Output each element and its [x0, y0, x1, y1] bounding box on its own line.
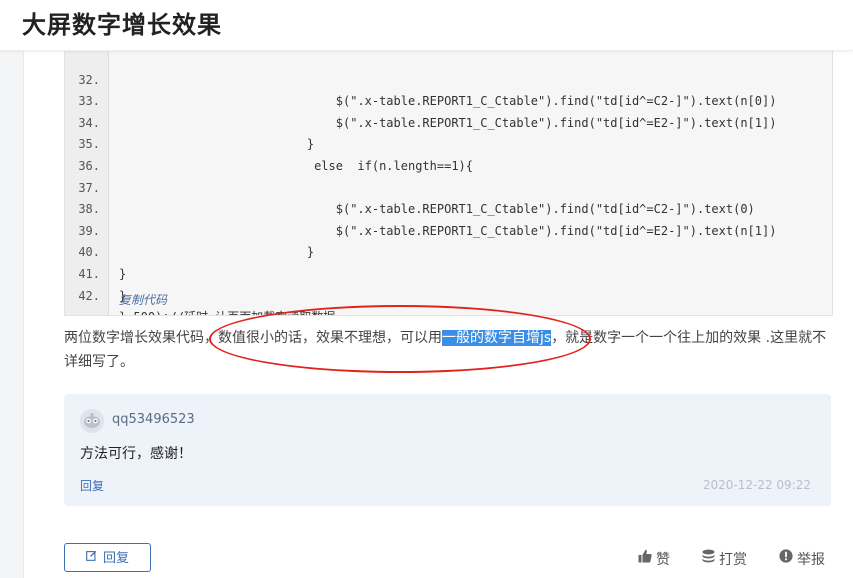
selected-text[interactable]: 一般的数字自增js — [442, 330, 552, 346]
report-label: 举报 — [797, 552, 825, 568]
coins-icon — [702, 549, 715, 569]
comment-timestamp: 2020-12-22 09:22 — [702, 478, 811, 492]
code-line: 34. } — [65, 91, 832, 152]
comment-card: qq53496523 方法可行，感谢！ 回复 2020-12-22 09:22 — [64, 394, 831, 506]
like-label: 赞 — [656, 552, 670, 568]
code-line: 38. $(".x-table.REPORT1_C_Ctable").find(… — [65, 178, 832, 238]
thumbs-up-icon — [638, 549, 652, 569]
line-code: },500);//延时,让页面加载完读取数据 — [119, 307, 335, 315]
code-line: 36. — [65, 134, 832, 173]
reward-action[interactable]: 打赏 — [702, 549, 747, 570]
report-action[interactable]: 举报 — [779, 548, 825, 570]
code-block: 32. $(".x-table.REPORT1_C_Ctable").find(… — [64, 47, 833, 316]
code-line: 39. } — [65, 199, 832, 260]
code-line: 41. } — [65, 242, 832, 303]
page-header: 大屏数字增长效果 — [0, 0, 853, 51]
comment-username[interactable]: qq53496523 — [112, 412, 195, 427]
avatar[interactable] — [80, 409, 104, 433]
alert-icon — [779, 548, 793, 569]
code-line: 42. },500);//延时,让页面加载完读取数据 — [65, 264, 832, 315]
left-rail — [0, 0, 24, 578]
reward-label: 打赏 — [719, 552, 747, 568]
code-line: 35. else if(n.length==1){ — [65, 113, 832, 173]
code-line: 40. } — [65, 221, 832, 281]
reply-button[interactable]: 回复 — [64, 543, 151, 572]
reply-button-label: 回复 — [102, 551, 129, 566]
article-paragraph: 两位数字增长效果代码，数值很小的话，效果不理想，可以用一般的数字自增js，就是数… — [64, 326, 834, 374]
copy-code-link[interactable]: 复制代码 — [119, 291, 167, 308]
code-line: 33. $(".x-table.REPORT1_C_Ctable").find(… — [65, 70, 832, 130]
code-line: 37. $(".x-table.REPORT1_C_Ctable").find(… — [65, 156, 832, 217]
like-action[interactable]: 赞 — [638, 549, 670, 570]
page-title: 大屏数字增长效果 — [22, 11, 222, 39]
comment-reply-link[interactable]: 回复 — [80, 477, 104, 494]
edit-icon — [86, 543, 97, 572]
robot-avatar-icon — [80, 409, 104, 433]
paragraph-text-before: 两位数字增长效果代码，数值很小的话，效果不理想，可以用 — [64, 330, 442, 346]
comment-content: 方法可行，感谢！ — [80, 446, 192, 462]
code-line: 32. $(".x-table.REPORT1_C_Ctable").find(… — [65, 48, 832, 109]
line-number: 42. — [78, 288, 100, 303]
